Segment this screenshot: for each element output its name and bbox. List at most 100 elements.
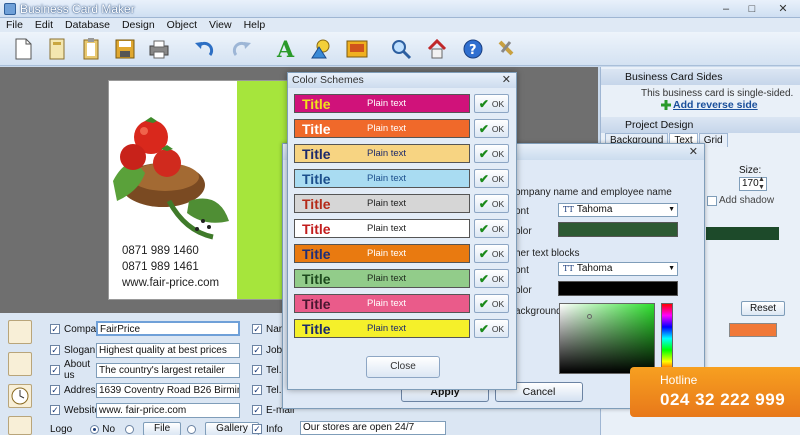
background-color-swatch[interactable] bbox=[729, 323, 777, 337]
scheme-plain-sample: Plain text bbox=[367, 273, 407, 284]
color-scheme-swatch[interactable]: Title Plain text bbox=[294, 294, 470, 313]
tel1-checkbox[interactable]: ✓ bbox=[252, 365, 262, 375]
name-checkbox[interactable]: ✓ bbox=[252, 324, 262, 334]
website-input[interactable]: www. fair-price.com bbox=[96, 403, 240, 418]
font-select-1[interactable]: TT Tahoma ▼ bbox=[558, 203, 678, 217]
color-scheme-swatch[interactable]: Title Plain text bbox=[294, 119, 470, 138]
scheme-ok-button[interactable]: ✔ OK bbox=[474, 294, 509, 313]
menu-file[interactable]: File bbox=[0, 19, 29, 31]
scheme-ok-button[interactable]: ✔ OK bbox=[474, 169, 509, 188]
slogan-input[interactable]: Highest quality at best prices bbox=[96, 343, 240, 358]
save-icon[interactable] bbox=[112, 36, 138, 62]
maximize-button[interactable]: □ bbox=[740, 1, 764, 16]
logo-no-label: No bbox=[102, 423, 116, 435]
email-checkbox[interactable]: ✓ bbox=[252, 405, 262, 415]
scheme-ok-button[interactable]: ✔ OK bbox=[474, 194, 509, 213]
color-scheme-swatch[interactable]: Title Plain text bbox=[294, 219, 470, 238]
menu-database[interactable]: Database bbox=[59, 19, 116, 31]
about-checkbox[interactable]: ✓ bbox=[50, 365, 60, 375]
font-select-2[interactable]: TT Tahoma ▼ bbox=[558, 262, 678, 276]
hue-slider[interactable] bbox=[661, 303, 673, 374]
add-shadow-checkbox[interactable] bbox=[707, 196, 717, 206]
logo-file-radio[interactable] bbox=[125, 424, 135, 434]
home-icon[interactable] bbox=[424, 36, 450, 62]
text-icon[interactable]: A bbox=[272, 36, 298, 62]
scheme-ok-button[interactable]: ✔ OK bbox=[474, 269, 509, 288]
sides-section-header: Business Card Sides bbox=[601, 69, 800, 85]
print-icon[interactable] bbox=[146, 36, 172, 62]
close-button[interactable]: Close bbox=[366, 356, 440, 378]
redo-icon[interactable] bbox=[228, 36, 254, 62]
scheme-plain-sample: Plain text bbox=[367, 123, 407, 134]
checkmark-icon: ✔ bbox=[478, 296, 489, 311]
color-scheme-swatch[interactable]: Title Plain text bbox=[294, 194, 470, 213]
info-input[interactable]: Our stores are open 24/7 bbox=[300, 421, 446, 435]
field-row-about: ✓ About us bbox=[50, 359, 102, 381]
tel2-checkbox[interactable]: ✓ bbox=[252, 385, 262, 395]
file-button[interactable]: File bbox=[143, 422, 182, 435]
checkmark-icon: ✔ bbox=[478, 171, 489, 186]
website-checkbox[interactable]: ✓ bbox=[50, 405, 60, 415]
color-palette[interactable] bbox=[559, 303, 655, 374]
text-color-swatch[interactable] bbox=[706, 227, 779, 240]
gallery-button[interactable]: Gallery bbox=[205, 422, 259, 435]
color-scheme-swatch[interactable]: Title Plain text bbox=[294, 169, 470, 188]
menu-view[interactable]: View bbox=[203, 19, 238, 31]
template-icon[interactable] bbox=[8, 352, 32, 376]
help-icon[interactable]: ? bbox=[460, 36, 486, 62]
color-schemes-dialog: Color Schemes ✕ Title Plain text ✔ OK Title P… bbox=[287, 72, 517, 390]
database-icon[interactable] bbox=[8, 416, 32, 435]
clock-icon[interactable] bbox=[8, 384, 32, 408]
scheme-ok-button[interactable]: ✔ OK bbox=[474, 319, 509, 338]
close-window-button[interactable]: ✕ bbox=[768, 1, 798, 16]
image-icon[interactable] bbox=[344, 36, 370, 62]
size-spin-up[interactable]: ▲ bbox=[758, 176, 765, 183]
undo-icon[interactable] bbox=[192, 36, 218, 62]
jobtitle-checkbox[interactable]: ✓ bbox=[252, 345, 262, 355]
color-scheme-swatch[interactable]: Title Plain text bbox=[294, 244, 470, 263]
text-settings-close-icon[interactable]: ✕ bbox=[689, 145, 698, 158]
color-picker-2[interactable] bbox=[558, 281, 678, 296]
color-schemes-close-icon[interactable]: ✕ bbox=[502, 73, 511, 86]
logo-gallery-radio[interactable] bbox=[187, 424, 197, 434]
menu-object[interactable]: Object bbox=[161, 19, 203, 31]
new-icon[interactable] bbox=[10, 36, 36, 62]
logo-no-radio[interactable] bbox=[90, 424, 100, 434]
scheme-ok-button[interactable]: ✔ OK bbox=[474, 219, 509, 238]
font-label-1: ont bbox=[515, 206, 529, 217]
scheme-ok-button[interactable]: ✔ OK bbox=[474, 144, 509, 163]
scheme-ok-button[interactable]: ✔ OK bbox=[474, 244, 509, 263]
color-scheme-swatch[interactable]: Title Plain text bbox=[294, 319, 470, 338]
add-reverse-side-link[interactable]: Add reverse side bbox=[673, 99, 758, 111]
scheme-plain-sample: Plain text bbox=[367, 173, 407, 184]
company-input[interactable]: FairPrice bbox=[96, 321, 240, 336]
tools-icon[interactable] bbox=[494, 36, 520, 62]
card-website: www.fair-price.com bbox=[122, 277, 220, 289]
shape-icon[interactable] bbox=[308, 36, 334, 62]
info-checkbox[interactable]: ✓ bbox=[252, 424, 262, 434]
zoom-icon[interactable] bbox=[388, 36, 414, 62]
clipboard-icon[interactable] bbox=[78, 36, 104, 62]
truetype-icon: TT bbox=[563, 205, 574, 214]
size-spin-down[interactable]: ▼ bbox=[758, 184, 765, 191]
color-scheme-swatch[interactable]: Title Plain text bbox=[294, 144, 470, 163]
color-scheme-swatch[interactable]: Title Plain text bbox=[294, 269, 470, 288]
minimize-button[interactable]: – bbox=[714, 1, 738, 16]
color-picker-1[interactable] bbox=[558, 222, 678, 237]
menu-design[interactable]: Design bbox=[116, 19, 161, 31]
open-icon[interactable] bbox=[44, 36, 70, 62]
add-shadow-label: Add shadow bbox=[719, 195, 775, 206]
scheme-ok-button[interactable]: ✔ OK bbox=[474, 119, 509, 138]
slogan-checkbox[interactable]: ✓ bbox=[50, 345, 60, 355]
about-input[interactable]: The country's largest retailer bbox=[96, 363, 240, 378]
reset-button[interactable]: Reset bbox=[741, 301, 785, 316]
menu-edit[interactable]: Edit bbox=[29, 19, 59, 31]
address-input[interactable]: 1639 Coventry Road B26 Birmingham bbox=[96, 383, 240, 398]
address-checkbox[interactable]: ✓ bbox=[50, 385, 60, 395]
scheme-title-sample: Title bbox=[302, 245, 331, 262]
edit-card-icon[interactable] bbox=[8, 320, 32, 344]
menu-help[interactable]: Help bbox=[238, 19, 272, 31]
scheme-ok-button[interactable]: ✔ OK bbox=[474, 94, 509, 113]
color-scheme-swatch[interactable]: Title Plain text bbox=[294, 94, 470, 113]
company-checkbox[interactable]: ✓ bbox=[50, 324, 60, 334]
